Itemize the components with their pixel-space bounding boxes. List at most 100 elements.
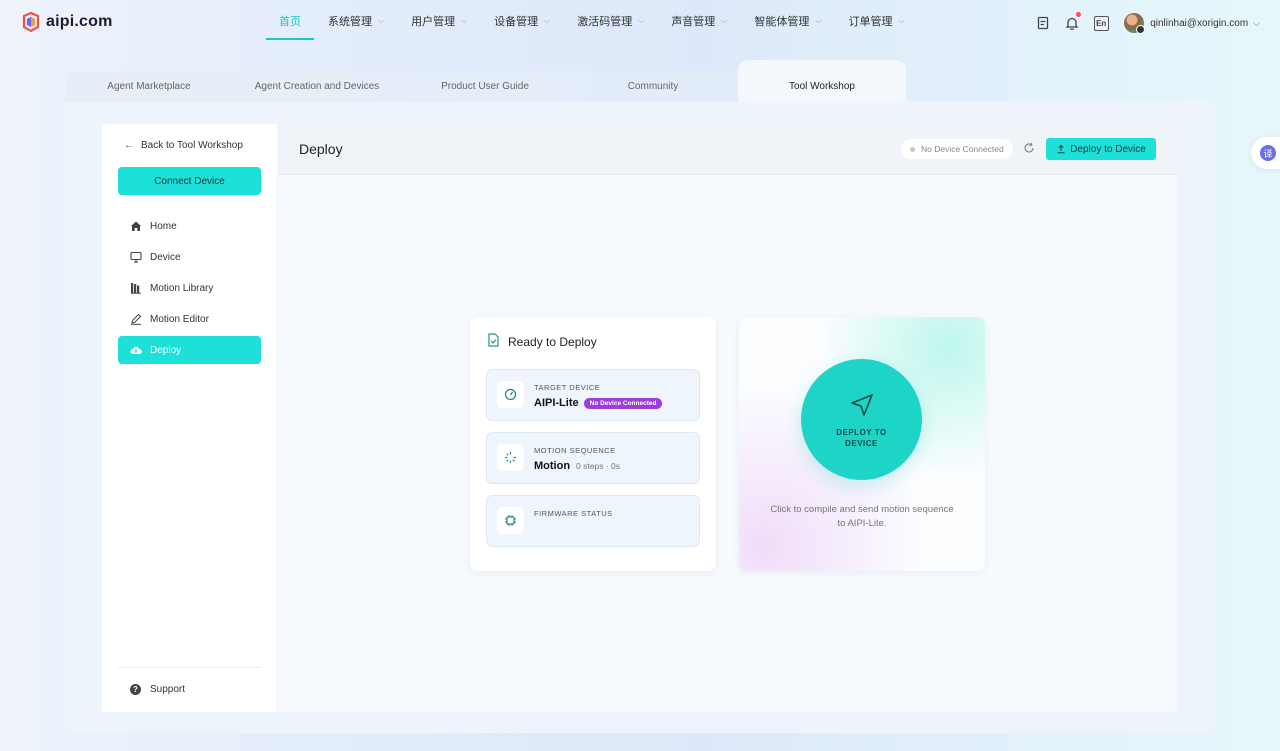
nav-label: 订单管理 <box>848 16 893 28</box>
device-status-badge: No Device Connected <box>901 139 1013 159</box>
nav-label: 智能体管理 <box>754 16 810 28</box>
sidebar: ← Back to Tool Workshop Connect Device H… <box>102 124 277 712</box>
ready-title: Ready to Deploy <box>508 334 597 349</box>
main-nav: 首页 系统管理 ⌵ 用户管理 ⌵ 设备管理 ⌵ 激活码管理 ⌵ 声音管理 ⌵ 智能体管理 ⌵… <box>266 0 919 42</box>
tab-tool-workshop[interactable]: Tool Workshop <box>738 60 906 102</box>
back-label: Back to Tool Workshop <box>141 140 243 151</box>
motion-sequence-meta: 0 steps · 0s <box>576 461 620 471</box>
upload-icon <box>1057 144 1065 154</box>
tab-agent-marketplace[interactable]: Agent Marketplace <box>65 71 233 102</box>
deploy-circle-line1: DEPLOY TO <box>836 428 887 437</box>
bell-icon[interactable] <box>1061 12 1083 34</box>
sidebar-item-device[interactable]: Device <box>118 243 261 271</box>
sidebar-item-motion-library[interactable]: Motion Library <box>118 274 261 302</box>
tab-label: Community <box>627 81 679 92</box>
deploy-circle-button[interactable]: DEPLOY TO DEVICE <box>801 359 922 480</box>
tab-label: Product User Guide <box>441 81 529 92</box>
tab-label: Tool Workshop <box>789 80 855 92</box>
loading-spinner-icon <box>497 444 524 471</box>
notification-dot <box>1076 12 1082 17</box>
language-icon[interactable]: En <box>1090 12 1112 34</box>
chevron-down-icon: ⌵ <box>378 16 385 25</box>
monitor-icon <box>130 251 142 263</box>
send-icon <box>849 392 875 421</box>
home-icon <box>130 220 142 232</box>
firmware-status-label: FIRMWARE STATUS <box>534 509 613 518</box>
deploy-hint: Click to compile and send motion sequenc… <box>770 504 954 529</box>
chevron-down-icon: ⌵ <box>461 16 468 25</box>
sidebar-item-label: Device <box>150 251 181 263</box>
gauge-icon <box>497 381 524 408</box>
tab-agent-creation[interactable]: Agent Creation and Devices <box>233 71 401 102</box>
nav-item-system[interactable]: 系统管理 ⌵ <box>315 0 397 42</box>
logo-icon <box>20 11 42 33</box>
motion-sequence-box: MOTION SEQUENCE Motion 0 steps · 0s <box>486 432 700 484</box>
nav-label: 系统管理 <box>328 16 372 28</box>
nav-item-activation[interactable]: 激活码管理 ⌵ <box>564 0 657 42</box>
tab-label: Agent Marketplace <box>107 81 191 92</box>
chevron-down-icon: ⌵ <box>898 16 905 25</box>
nav-label: 用户管理 <box>411 16 456 28</box>
file-check-icon <box>487 333 500 350</box>
status-text: No Device Connected <box>921 144 1004 154</box>
chip-icon <box>497 507 524 534</box>
chevron-down-icon[interactable]: ⌵ <box>1253 18 1260 29</box>
sidebar-item-label: Motion Editor <box>150 313 209 325</box>
chevron-down-icon: ⌵ <box>638 16 645 25</box>
edit-icon <box>130 313 142 325</box>
motion-sequence-value-row: Motion 0 steps · 0s <box>534 460 620 472</box>
sidebar-item-label: Motion Library <box>150 282 214 294</box>
arrow-left-icon: ← <box>124 140 134 151</box>
sidebar-item-label: Deploy <box>150 344 182 356</box>
deploy-button-label: Deploy to Device <box>1070 143 1146 155</box>
tab-product-guide[interactable]: Product User Guide <box>401 71 569 102</box>
nav-label: 激活码管理 <box>577 16 633 28</box>
refresh-icon[interactable] <box>1022 141 1036 155</box>
chevron-down-icon: ⌵ <box>815 16 822 25</box>
nav-item-agents[interactable]: 智能体管理 ⌵ <box>741 0 834 42</box>
deploy-circle-line2: DEVICE <box>845 439 878 448</box>
nav-label: 首页 <box>279 16 301 28</box>
motion-sequence-label: MOTION SEQUENCE <box>534 446 616 455</box>
back-link[interactable]: ← Back to Tool Workshop <box>124 140 243 151</box>
tab-bar: Agent Marketplace Agent Creation and Dev… <box>65 60 906 102</box>
translate-float-button[interactable]: 译 <box>1251 137 1280 169</box>
sidebar-menu: Home Device Motion Library Motion Editor… <box>118 212 261 367</box>
avatar[interactable] <box>1124 13 1146 34</box>
no-device-badge: No Device Connected <box>583 397 663 409</box>
content-header: Deploy No Device Connected Deploy to Dev… <box>278 124 1177 175</box>
nav-item-voice[interactable]: 声音管理 ⌵ <box>658 0 740 42</box>
content-area: Deploy No Device Connected Deploy to Dev… <box>278 124 1177 712</box>
connect-device-button[interactable]: Connect Device <box>118 167 261 195</box>
user-email[interactable]: qinlinhai@xorigin.com <box>1150 18 1248 29</box>
divider <box>118 667 261 668</box>
firmware-status-box: FIRMWARE STATUS <box>486 495 700 547</box>
sidebar-item-motion-editor[interactable]: Motion Editor <box>118 305 261 333</box>
header-actions: En qinlinhai@xorigin.com ⌵ <box>1025 12 1260 34</box>
nav-item-orders[interactable]: 订单管理 ⌵ <box>835 0 917 42</box>
chevron-down-icon: ⌵ <box>544 16 551 25</box>
sidebar-item-home[interactable]: Home <box>118 212 261 240</box>
brand-logo[interactable]: aipi.com <box>20 11 113 33</box>
library-icon <box>130 282 142 294</box>
nav-label: 设备管理 <box>494 16 539 28</box>
target-device-value-row: AIPI-Lite No Device Connected <box>534 397 663 409</box>
document-icon[interactable] <box>1032 12 1054 34</box>
logo-text: aipi.com <box>46 13 113 30</box>
deploy-action-card: DEPLOY TO DEVICE Click to compile and sen… <box>739 317 985 571</box>
sidebar-item-deploy[interactable]: Deploy <box>118 336 261 364</box>
nav-item-home[interactable]: 首页 <box>266 0 314 42</box>
deploy-to-device-button[interactable]: Deploy to Device <box>1046 138 1156 160</box>
page-title: Deploy <box>299 141 343 157</box>
tab-label: Agent Creation and Devices <box>254 81 380 92</box>
nav-item-devices[interactable]: 设备管理 ⌵ <box>481 0 563 42</box>
status-dot-icon <box>910 146 915 152</box>
support-link[interactable]: ? Support <box>130 684 185 695</box>
card-title: Ready to Deploy <box>487 333 597 350</box>
nav-item-users[interactable]: 用户管理 ⌵ <box>398 0 480 42</box>
help-icon: ? <box>130 684 141 695</box>
tab-community[interactable]: Community <box>569 71 737 102</box>
translate-icon: 译 <box>1260 145 1276 161</box>
language-label: En <box>1093 15 1109 31</box>
target-device-value: AIPI-Lite <box>534 397 579 409</box>
